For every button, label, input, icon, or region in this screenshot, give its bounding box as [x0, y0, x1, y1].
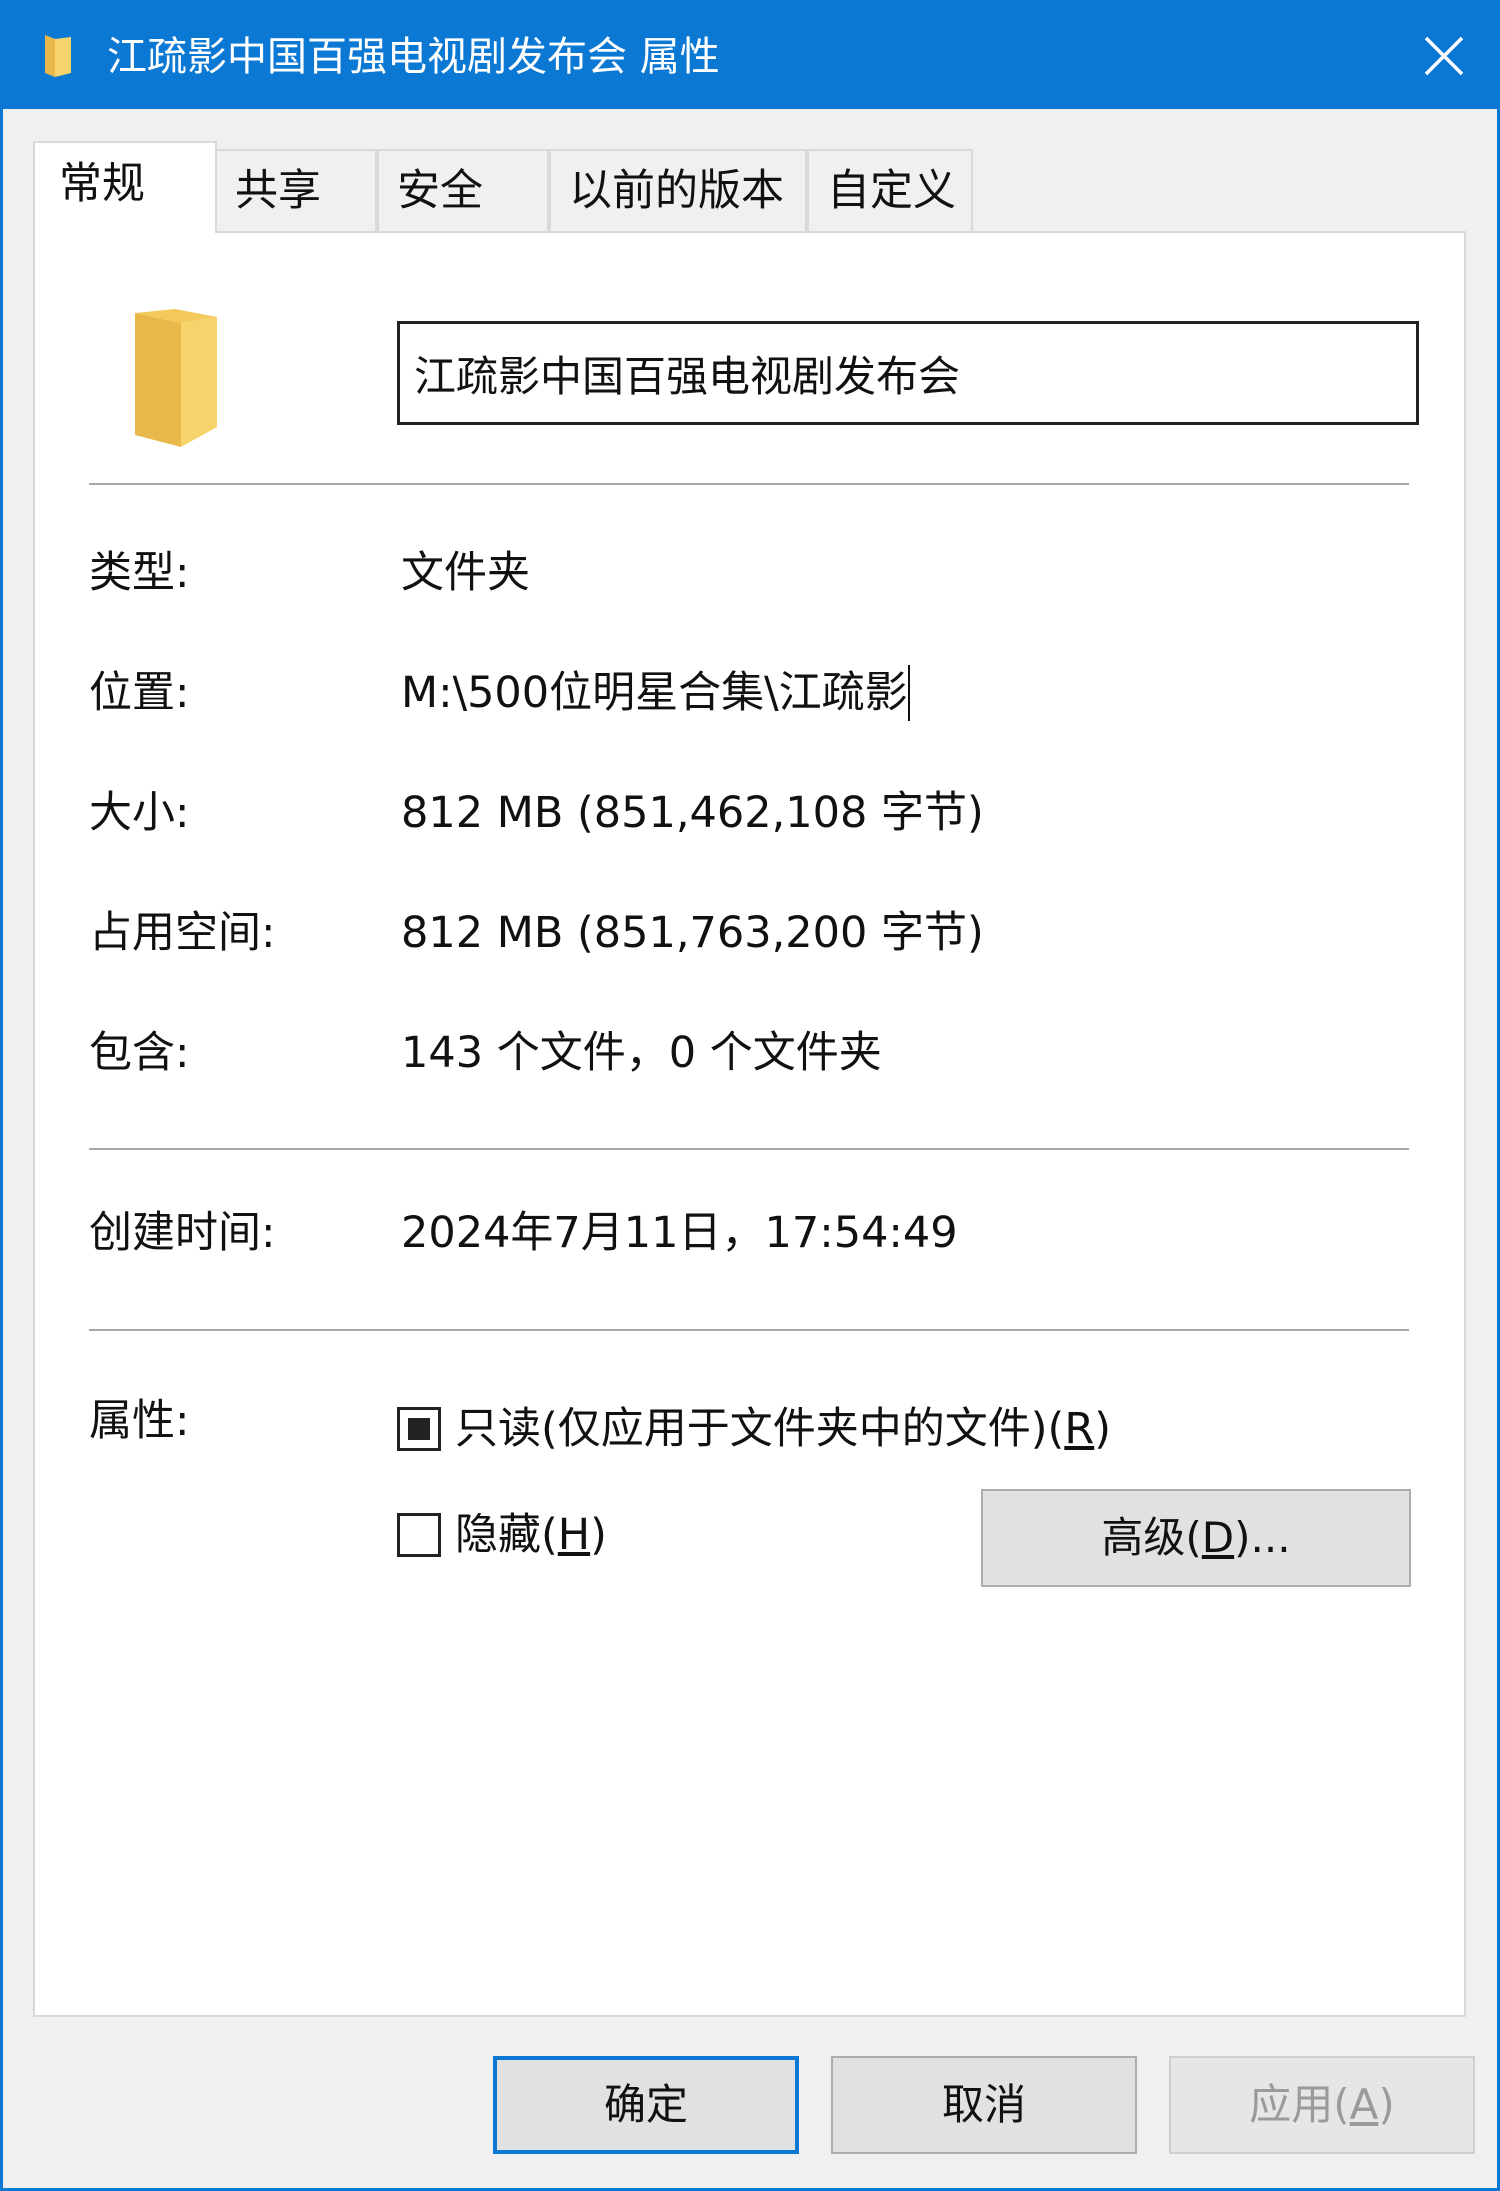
- properties-window: 江疏影中国百强电视剧发布会 属性 常规 共享 安全 以前的版本 自定义 类型: …: [0, 0, 1500, 2191]
- divider: [89, 1329, 1409, 1331]
- disk-size-label: 占用空间:: [89, 908, 276, 958]
- ok-button[interactable]: 确定: [493, 2056, 799, 2154]
- created-value: 2024年7月11日，17:54:49: [401, 1208, 958, 1258]
- cancel-button[interactable]: 取消: [831, 2056, 1137, 2154]
- size-value: 812 MB (851,462,108 字节): [401, 788, 984, 838]
- window-title: 江疏影中国百强电视剧发布会 属性: [107, 34, 720, 80]
- apply-button[interactable]: 应用(A): [1169, 2056, 1475, 2154]
- folder-name-input[interactable]: [397, 321, 1419, 425]
- divider: [89, 483, 1409, 485]
- created-label: 创建时间:: [89, 1208, 276, 1258]
- folder-icon: [45, 35, 71, 77]
- readonly-checkbox[interactable]: [397, 1407, 441, 1451]
- close-button[interactable]: [1391, 3, 1497, 109]
- location-value[interactable]: M:\500位明星合集\江疏影: [401, 668, 908, 718]
- location-label: 位置:: [89, 668, 190, 718]
- indeterminate-mark: [408, 1418, 430, 1440]
- attributes-label: 属性:: [89, 1396, 190, 1446]
- disk-size-value: 812 MB (851,763,200 字节): [401, 908, 984, 958]
- advanced-button[interactable]: 高级(D)...: [981, 1489, 1411, 1587]
- tab-customize[interactable]: 自定义: [807, 149, 973, 231]
- divider: [89, 1148, 1409, 1150]
- tab-sharing[interactable]: 共享: [215, 149, 377, 231]
- location-value-row[interactable]: M:\500位明星合集\江疏影: [401, 665, 910, 721]
- folder-icon: [135, 309, 217, 447]
- type-value: 文件夹: [401, 548, 530, 598]
- tab-general[interactable]: 常规: [33, 141, 217, 233]
- hidden-label[interactable]: 隐藏(H): [455, 1507, 607, 1563]
- general-panel: 类型: 文件夹 位置: M:\500位明星合集\江疏影 大小: 812 MB (…: [33, 231, 1466, 2017]
- contains-value: 143 个文件，0 个文件夹: [401, 1028, 882, 1078]
- tab-security[interactable]: 安全: [377, 149, 549, 231]
- close-icon: [1424, 36, 1464, 76]
- contains-label: 包含:: [89, 1028, 190, 1078]
- text-caret: [907, 665, 910, 721]
- readonly-label[interactable]: 只读(仅应用于文件夹中的文件)(R): [455, 1401, 1111, 1457]
- size-label: 大小:: [89, 788, 190, 838]
- title-bar[interactable]: 江疏影中国百强电视剧发布会 属性: [3, 3, 1497, 109]
- tab-previous-versions[interactable]: 以前的版本: [549, 149, 807, 231]
- hidden-checkbox[interactable]: [397, 1513, 441, 1557]
- type-label: 类型:: [89, 548, 190, 598]
